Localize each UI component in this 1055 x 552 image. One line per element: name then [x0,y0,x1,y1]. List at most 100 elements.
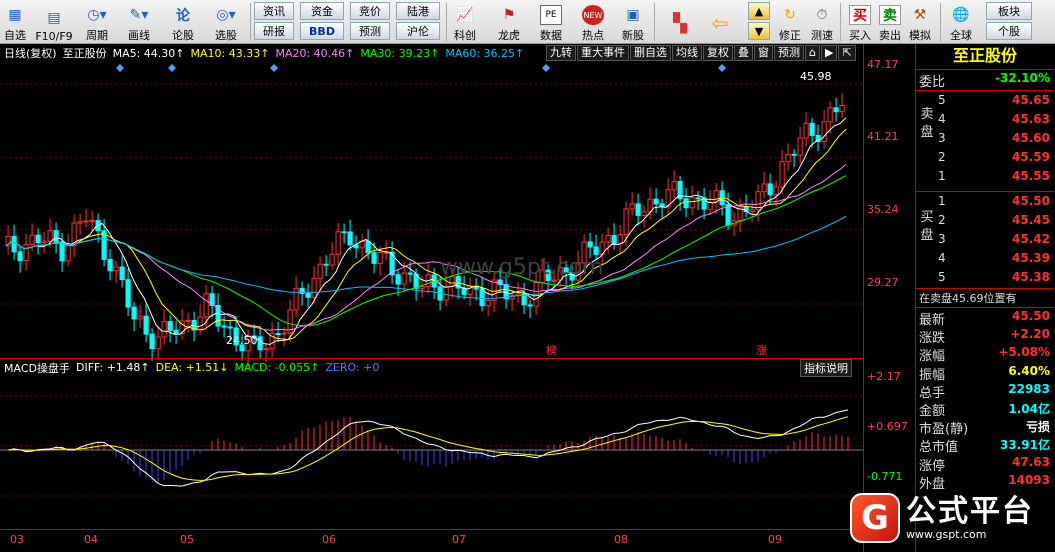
select-stock-button[interactable]: ◎▾ 选股 [206,1,246,43]
weibi-label: 委比 [919,75,946,90]
dragon-tiger-button[interactable]: ⚑ 龙虎 [494,1,524,43]
order-level: 4 [938,112,946,126]
stat-row: 涨停 47.63 [916,454,1054,474]
kline-chart-area[interactable]: 日线(复权) 至正股份 MA5: 44.30↑ MA10: 43.33↑ MA2… [0,44,915,552]
forecast-chart-button[interactable]: 预测 [774,45,804,61]
sell-order-row[interactable]: 2 45.59 [916,150,1054,167]
logo-text: 公式平台 www.gspt.com [906,495,1034,541]
x-tick: 07 [452,533,466,546]
candle [221,325,227,328]
individual-stock-button[interactable]: 个股 [986,22,1032,40]
period-button[interactable]: ◷▾ 周期 [80,1,114,43]
up-button[interactable]: ▲ [748,2,770,20]
candle [797,137,803,156]
pe-icon: PE [540,5,562,25]
bbd-button[interactable]: BBD [300,22,344,40]
comment-icon: 论 [176,8,190,24]
buy-order-row[interactable]: 4 45.39 [916,251,1054,268]
stopwatch-icon: ⏱ [816,7,828,23]
candle [257,336,263,351]
remove-self-select-button[interactable]: 删自选 [630,45,671,61]
forecast-button[interactable]: 预测 [350,22,390,40]
candle [587,241,593,248]
stat-value: 1.04亿 [1008,402,1050,416]
order-price: 45.59 [1012,150,1050,164]
expand-icon[interactable]: ⇱ [838,45,856,61]
new-stock-button[interactable]: ▣ 新股 [618,1,648,43]
stat-value: 6.40% [1008,363,1050,378]
window-button[interactable]: 窗 [754,45,773,61]
nine-turn-button[interactable]: 九转 [546,45,576,61]
candle [785,153,791,163]
candle [773,186,779,196]
candle [491,279,497,301]
color-grid-icon: ▚ [673,12,687,34]
divider [916,69,1054,70]
x-tick: 03 [10,533,24,546]
price-axis: 47.17 41.21 35.24 29.27 +2.17 +0.697 -0.… [863,44,915,552]
fund-button[interactable]: 资金 [300,2,344,20]
buy-order-row[interactable]: 1 45.50 [916,194,1054,211]
auction-button[interactable]: 竞价 [350,2,390,20]
stat-label: 涨停 [919,458,946,474]
stat-value: 47.63 [1012,454,1050,469]
buy-order-row[interactable]: 5 45.38 [916,270,1054,287]
sell-order-row[interactable]: 4 45.63 [916,112,1054,129]
grid-icon: ▦ [8,7,22,23]
sh-hk-button[interactable]: 沪伦 [396,22,440,40]
adjust-button[interactable]: 复权 [703,45,733,61]
document-icon: ▤ [47,10,61,26]
buy-icon: 买 [849,5,871,25]
draw-button[interactable]: ✎▾ 画线 [120,1,158,43]
candle [323,263,329,266]
candle [527,304,533,307]
toolbar-divider [940,3,941,41]
speed-test-button[interactable]: ⏱ 测速 [808,1,836,43]
ma-button[interactable]: 均线 [672,45,702,61]
order-price: 45.39 [1012,251,1050,265]
sell-order-row[interactable]: 3 45.60 [916,131,1054,148]
self-select-button[interactable]: ▦ 自选 [2,1,28,43]
tech-button[interactable]: 📈 科创 [450,1,480,43]
overlay-button[interactable]: 叠 [734,45,753,61]
sell-button[interactable]: 卖 卖出 [876,1,904,43]
buy-button[interactable]: 买 买入 [846,1,874,43]
play-icon[interactable]: ▶ [820,45,838,61]
down-button[interactable]: ▼ [748,22,770,40]
gavel-icon: ⚒ [913,7,927,23]
candle [827,107,833,123]
stat-label: 市盈(静) [919,422,969,438]
sector-button[interactable]: 板块 [986,2,1032,20]
order-price: 45.38 [1012,270,1050,284]
indicator-help-button[interactable]: 指标说明 [800,359,852,377]
x-tick: 04 [84,533,98,546]
buy-order-row[interactable]: 2 45.45 [916,213,1054,230]
major-events-button[interactable]: 重大事件 [577,45,629,61]
simulate-button[interactable]: ⚒ 模拟 [906,1,934,43]
event-marker [168,64,176,72]
global-button[interactable]: 🌐 全球 [946,1,976,43]
sell-order-row[interactable]: 5 45.65 [916,93,1054,110]
chart-icon: 📈 [456,7,474,23]
research-button[interactable]: 研报 [254,22,294,40]
news-button[interactable]: 资讯 [254,2,294,20]
buy-order-row[interactable]: 3 45.42 [916,232,1054,249]
color-grid-button[interactable]: ▚ [666,1,694,43]
candle [53,230,59,243]
back-button[interactable]: ⇦ [706,1,734,43]
clock-icon: ◷▾ [87,7,107,23]
toolbar-divider [654,3,655,41]
lock-icon[interactable]: ⌂ [805,45,820,61]
f10-button[interactable]: ▤ F10/F9 [34,1,74,43]
data-button[interactable]: PE 数据 [536,1,566,43]
candle [83,220,89,223]
order-level: 3 [938,131,946,145]
correct-button[interactable]: ↻ 修正 [776,1,804,43]
sell-order-row[interactable]: 1 45.55 [916,169,1054,186]
hot-button[interactable]: NEW 热点 [578,1,608,43]
y-tick: 29.27 [867,276,899,289]
toolbar-divider [446,3,447,41]
order-price: 45.55 [1012,169,1050,183]
stock-comment-button[interactable]: 论 论股 [166,1,200,43]
hk-connect-button[interactable]: 陆港 [396,2,440,20]
